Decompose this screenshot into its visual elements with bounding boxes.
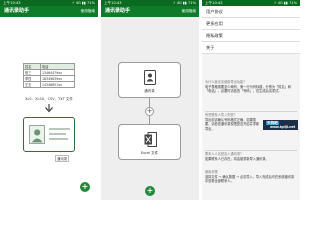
excel-file-icon bbox=[144, 132, 157, 147]
excel-target-box[interactable]: Excel 文件 bbox=[118, 124, 181, 160]
menu-item-more-apps[interactable]: 更多应用 bbox=[202, 18, 300, 30]
add-fab-button[interactable]: + bbox=[80, 182, 90, 192]
menu-item-about[interactable]: 关于 bbox=[202, 42, 300, 54]
menu-item-privacy-policy[interactable]: 隐私政策 bbox=[202, 30, 300, 42]
watermark-badge: 天狗吧 www.tgiiji.net bbox=[263, 120, 298, 130]
contact-card-illustration bbox=[23, 117, 75, 152]
supported-formats-text: XLS、XLSX、CSV、TXT 文件 bbox=[25, 97, 73, 101]
faq-answer: 导出前请确认号码格式正确，如果需要，请检查通讯录权限是否开启并重新导出。 bbox=[205, 117, 260, 131]
contacts-source-box[interactable]: 通讯录 bbox=[118, 62, 181, 98]
guide-button[interactable]: 使用指南 bbox=[182, 6, 196, 17]
menu-item-user-agreement[interactable]: 用户协议 bbox=[202, 6, 300, 18]
divider bbox=[205, 111, 297, 112]
divider bbox=[205, 150, 297, 151]
flow-connector bbox=[149, 98, 150, 107]
faq-entry: 为什么我无法使用导出功能？ 电子表格需要至少两列，第一行为列标题，分别为「姓名」… bbox=[205, 80, 297, 94]
faq-entry: 有些联系人导入失败？ 导出前请确认号码格式正确，如果需要，请检查通讯录权限是否开… bbox=[205, 113, 262, 131]
plus-icon: + bbox=[145, 107, 154, 116]
app-title: 通讯录助手 bbox=[4, 8, 30, 14]
guide-button[interactable]: 使用指南 bbox=[81, 6, 95, 17]
table-cell: 14346851xx bbox=[40, 81, 75, 88]
faq-answer: 如果联系人已存在，将会被重新导入通讯录。 bbox=[205, 156, 269, 161]
app-bar: 通讯录助手 使用指南 bbox=[0, 6, 98, 17]
card-caption: 通讯录 bbox=[55, 155, 70, 162]
card-text-line bbox=[49, 128, 70, 130]
person-icon bbox=[29, 125, 45, 144]
plus-icon: + bbox=[146, 186, 154, 195]
box-label: Excel 文件 bbox=[140, 151, 159, 155]
faq-entry: 联系人人名是否入通讯录？ 如果联系人已存在，将会被重新导入通讯录。 bbox=[205, 152, 297, 161]
arrow-down-icon bbox=[45, 104, 53, 113]
table-row: 王五 14346851xx bbox=[23, 81, 75, 88]
faq-answer: 选择文件 → 确认数据 → 点击导入，导入完成后可在系统通讯录中查看全部联系人。 bbox=[205, 174, 295, 184]
table-cell: 王五 bbox=[23, 81, 41, 88]
plus-icon: + bbox=[81, 182, 89, 191]
app-title: 通讯录助手 bbox=[105, 8, 131, 14]
screenshot-collage: 上午10:43 ⚡ 4G ▮▮ 71% 通讯录助手 使用指南 姓名 电话 张三 … bbox=[0, 0, 300, 200]
spreadsheet-preview: 姓名 电话 张三 13464479xx 李四 18349839xx 王五 143… bbox=[23, 63, 75, 88]
card-text-line bbox=[49, 133, 66, 135]
phone-export-screen: 上午10:43 ⚡ 4G ▮▮ 71% 通讯录助手 使用指南 通讯录 + Exc… bbox=[101, 0, 199, 200]
app-bar: 通讯录助手 使用指南 bbox=[101, 6, 199, 17]
box-label: 通讯录 bbox=[144, 89, 155, 93]
watermark-url: www.tgiiji.net bbox=[270, 125, 296, 130]
phone-import-screen: 上午10:43 ⚡ 4G ▮▮ 71% 通讯录助手 使用指南 姓名 电话 张三 … bbox=[0, 0, 98, 200]
card-text-line bbox=[49, 138, 68, 140]
faq-answer: 电子表格需要至少两列，第一行为列标题，分别为「姓名」和「电话」，必要时请检查「号… bbox=[205, 84, 292, 94]
phone-menu-screen: 上午10:43 ⚡ 4G ▮▮ 71% 用户协议 更多应用 隐私政策 关于 为什… bbox=[202, 0, 300, 200]
faq-entry: 使用步骤 选择文件 → 确认数据 → 点击导入，导入完成后可在系统通讯录中查看全… bbox=[205, 170, 297, 184]
contact-book-icon bbox=[144, 70, 156, 85]
export-fab-button[interactable]: + bbox=[145, 186, 155, 196]
flow-connector bbox=[149, 116, 150, 124]
